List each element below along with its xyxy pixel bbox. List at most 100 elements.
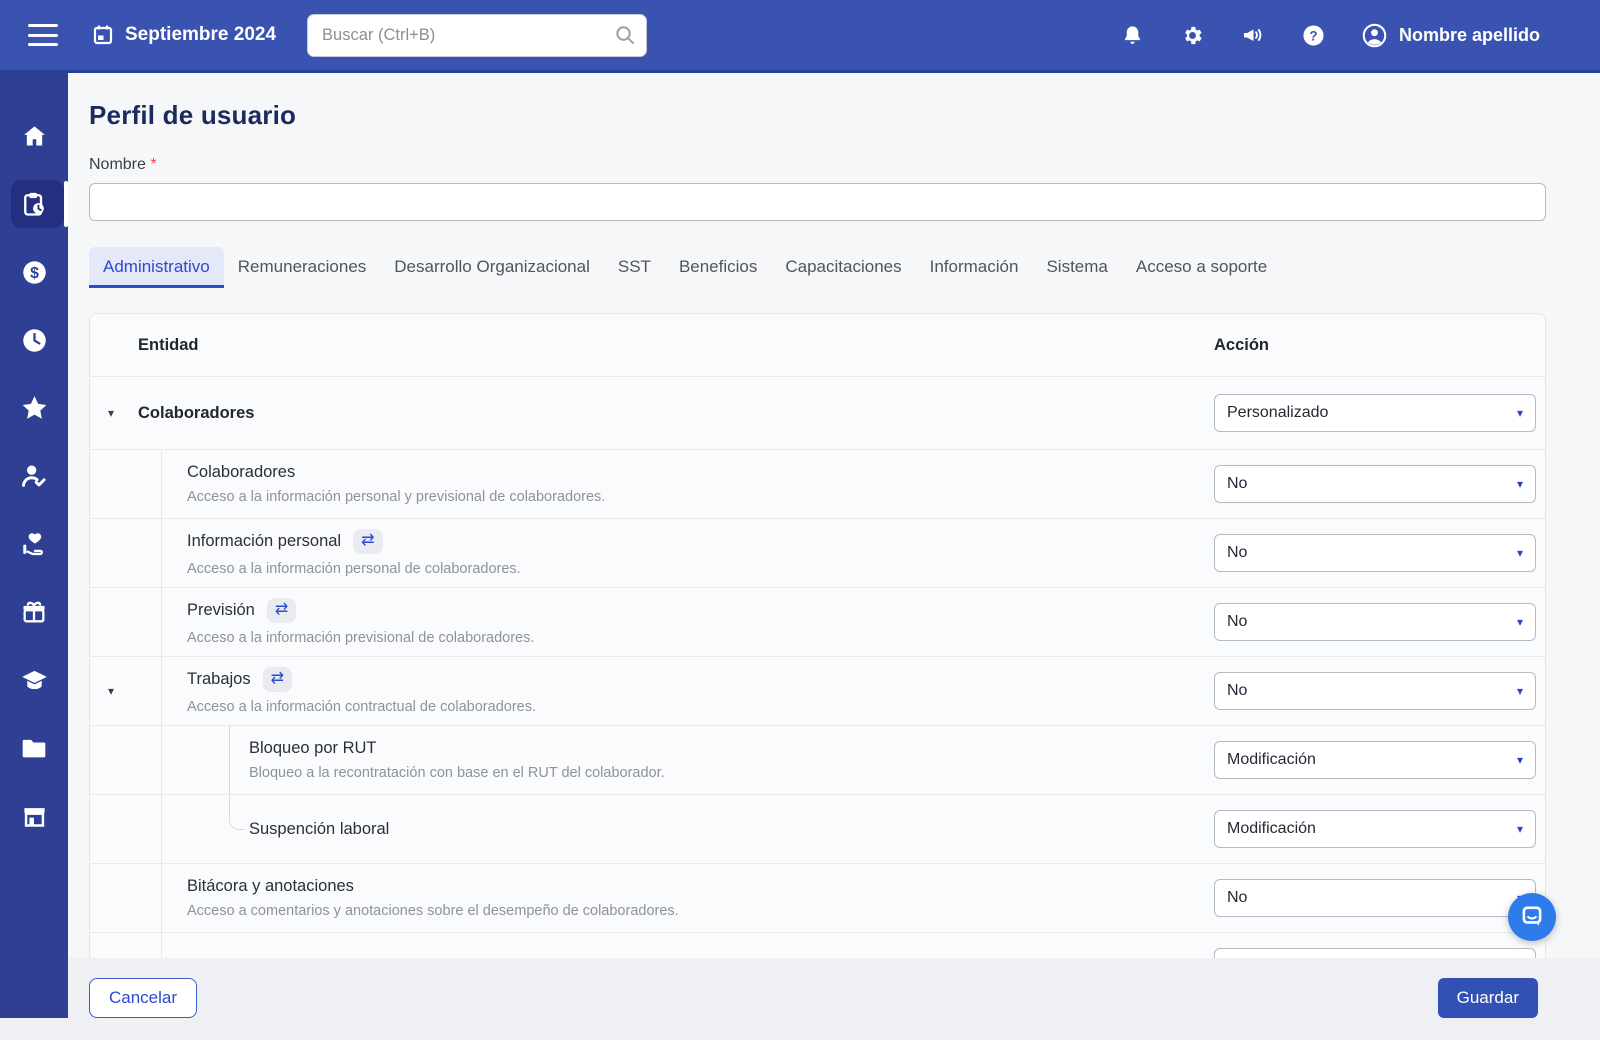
tab-sst[interactable]: SST — [604, 247, 665, 288]
sidebar-item-time[interactable] — [0, 316, 68, 364]
graduation-cap-icon — [20, 666, 49, 695]
entity-name: Previsión — [187, 601, 255, 620]
required-asterisk: * — [150, 156, 156, 173]
home-icon — [21, 123, 48, 150]
sidebar-item-wellbeing[interactable] — [0, 520, 68, 568]
sidebar-item-training[interactable] — [0, 656, 68, 704]
tab-administrativo[interactable]: Administrativo — [89, 247, 224, 288]
entity-name: Colaboradores — [187, 463, 295, 482]
name-input[interactable] — [89, 183, 1546, 221]
entity-name: Trabajos — [187, 670, 251, 689]
navbar-right: ? Nombre apellido — [1121, 23, 1600, 48]
save-button[interactable]: Guardar — [1438, 978, 1538, 1018]
tab-acceso-a-soporte[interactable]: Acceso a soporte — [1122, 247, 1281, 288]
action-select[interactable]: No ▾ — [1214, 672, 1536, 710]
calendar-icon — [91, 23, 115, 47]
chevron-down-icon: ▾ — [1517, 615, 1523, 629]
action-select[interactable]: ▾ — [1214, 948, 1536, 958]
action-select-value: No — [1227, 613, 1247, 631]
entity-description: Bloqueo a la recontratación con base en … — [249, 765, 1214, 781]
footer-bar: Cancelar Guardar — [0, 958, 1600, 1040]
name-field-label: Nombre * — [89, 156, 1546, 174]
table-row-bitacora-y-anotaciones: Bitácora y anotaciones Acceso a comentar… — [90, 863, 1545, 932]
store-icon — [21, 803, 48, 830]
action-select-value: No — [1227, 889, 1247, 907]
search-icon — [613, 23, 637, 47]
cancel-button[interactable]: Cancelar — [89, 978, 197, 1018]
help-icon[interactable]: ? — [1302, 24, 1325, 47]
action-select[interactable]: No ▾ — [1214, 603, 1536, 641]
sidebar-item-remunerations[interactable]: $ — [0, 248, 68, 296]
sidebar-item-favorites[interactable] — [0, 384, 68, 432]
sidebar-item-home[interactable] — [0, 112, 68, 160]
tab-informacion[interactable]: Información — [916, 247, 1033, 288]
action-select[interactable]: No ▾ — [1214, 534, 1536, 572]
tab-desarrollo-organizacional[interactable]: Desarrollo Organizacional — [380, 247, 604, 288]
action-select[interactable]: Modificación ▾ — [1214, 810, 1536, 848]
entity-description: Acceso a la información contractual de c… — [187, 699, 1214, 715]
user-name: Nombre apellido — [1399, 25, 1540, 46]
action-column-header: Acción — [1214, 336, 1545, 355]
chat-launcher-button[interactable] — [1508, 893, 1556, 941]
search-box — [307, 14, 647, 57]
person-check-icon — [20, 462, 48, 490]
sidebar-item-store[interactable] — [0, 792, 68, 840]
chevron-down-icon: ▾ — [1517, 822, 1523, 836]
menu-icon[interactable] — [28, 24, 58, 46]
entity-column-header: Entidad — [138, 336, 1214, 355]
search-input[interactable] — [307, 14, 647, 57]
action-select-value: Modificación — [1227, 820, 1316, 838]
hand-heart-icon — [20, 530, 48, 558]
period-selector[interactable]: Septiembre 2024 — [91, 23, 276, 47]
announcements-megaphone-icon[interactable] — [1241, 23, 1265, 47]
sidebar-item-selection[interactable] — [0, 452, 68, 500]
entity-description: Acceso a la información personal de cola… — [187, 561, 1214, 577]
chevron-down-icon: ▾ — [1517, 477, 1523, 491]
table-row-registro-de-amonestaciones: Registro de amonestaciones ▾ — [90, 932, 1545, 958]
page-title: Perfil de usuario — [89, 100, 1546, 131]
action-select[interactable]: No ▾ — [1214, 879, 1536, 917]
tab-beneficios[interactable]: Beneficios — [665, 247, 771, 288]
settings-gear-icon[interactable] — [1181, 24, 1204, 47]
sidebar-item-tasks[interactable] — [0, 180, 68, 228]
sidebar-item-benefits[interactable] — [0, 588, 68, 636]
tabs: AdministrativoRemuneracionesDesarrollo O… — [89, 247, 1546, 288]
action-select[interactable]: Modificación ▾ — [1214, 741, 1536, 779]
action-select-value: No — [1227, 682, 1247, 700]
chevron-down-icon: ▾ — [1517, 546, 1523, 560]
app-root: Septiembre 2024 — [0, 0, 1600, 1040]
entity-description: Acceso a la información personal y previ… — [187, 489, 1214, 505]
clipboard-clock-icon — [20, 190, 48, 218]
svg-text:?: ? — [1309, 28, 1317, 43]
action-select[interactable]: No ▾ — [1214, 465, 1536, 503]
table-row-trabajos: ▾ Trabajos ⇄ Acceso a la información con… — [90, 656, 1545, 725]
sidebar-item-documents[interactable] — [0, 724, 68, 772]
action-select[interactable]: Personalizado ▾ — [1214, 394, 1536, 432]
star-icon — [20, 394, 49, 423]
tab-sistema[interactable]: Sistema — [1032, 247, 1121, 288]
clock-icon — [21, 327, 48, 354]
entity-description: Acceso a comentarios y anotaciones sobre… — [187, 903, 1214, 919]
main-content: Perfil de usuario Nombre * Administrativ… — [68, 73, 1600, 958]
entity-description: Acceso a la información previsional de c… — [187, 630, 1214, 646]
table-header: Entidad Acción — [90, 314, 1545, 376]
swap-arrows-icon[interactable]: ⇄ — [353, 529, 382, 554]
chevron-down-icon: ▾ — [1517, 684, 1523, 698]
chevron-down-icon: ▾ — [1517, 753, 1523, 767]
entity-name: Suspención laboral — [249, 820, 389, 839]
svg-text:$: $ — [30, 265, 39, 282]
table-row-colaboradores: ▾ Colaboradores Personalizado ▾ — [90, 376, 1545, 449]
top-navbar: Septiembre 2024 — [0, 0, 1600, 73]
tab-remuneraciones[interactable]: Remuneraciones — [224, 247, 381, 288]
entity-name: Información personal — [187, 532, 341, 551]
notifications-bell-icon[interactable] — [1121, 24, 1144, 47]
action-select-value: No — [1227, 544, 1247, 562]
tab-capacitaciones[interactable]: Capacitaciones — [771, 247, 915, 288]
action-select-value: No — [1227, 475, 1247, 493]
swap-arrows-icon[interactable]: ⇄ — [263, 667, 292, 692]
user-menu[interactable]: Nombre apellido — [1362, 23, 1540, 48]
entity-name: Bitácora y anotaciones — [187, 877, 354, 896]
period-label: Septiembre 2024 — [125, 24, 276, 46]
swap-arrows-icon[interactable]: ⇄ — [267, 598, 296, 623]
gift-icon — [20, 598, 48, 626]
